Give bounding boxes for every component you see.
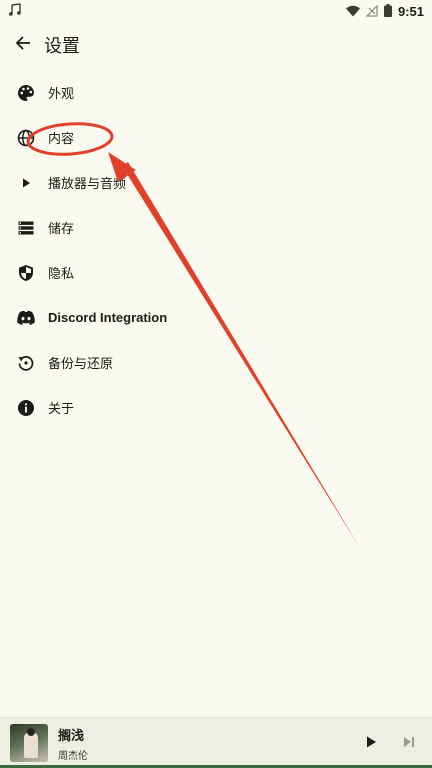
settings-item-storage[interactable]: 储存 bbox=[0, 205, 432, 250]
mini-player[interactable]: 搁浅 周杰伦 bbox=[0, 717, 432, 768]
track-info[interactable]: 搁浅 周杰伦 bbox=[58, 725, 88, 762]
settings-item-backup-restore[interactable]: 备份与还原 bbox=[0, 340, 432, 385]
palette-icon bbox=[16, 83, 36, 103]
settings-item-privacy[interactable]: 隐私 bbox=[0, 250, 432, 295]
settings-item-discord[interactable]: Discord Integration bbox=[0, 295, 432, 340]
album-art[interactable] bbox=[10, 724, 48, 762]
app-bar: 设置 bbox=[0, 28, 432, 62]
settings-item-player-audio[interactable]: 播放器与音频 bbox=[0, 160, 432, 205]
player-controls bbox=[358, 730, 422, 756]
shield-icon bbox=[16, 263, 36, 283]
settings-item-about[interactable]: 关于 bbox=[0, 385, 432, 430]
settings-item-label: 播放器与音频 bbox=[48, 177, 127, 192]
skip-next-icon bbox=[402, 734, 416, 753]
music-note-icon bbox=[8, 2, 22, 21]
no-signal-icon bbox=[365, 2, 378, 21]
play-button[interactable] bbox=[358, 730, 384, 756]
back-button[interactable] bbox=[6, 28, 40, 62]
track-artist: 周杰伦 bbox=[58, 750, 88, 762]
settings-item-label: 关于 bbox=[48, 402, 75, 417]
settings-item-label: 内容 bbox=[48, 132, 75, 147]
status-time: 9:51 bbox=[397, 3, 424, 19]
track-title: 搁浅 bbox=[58, 728, 85, 744]
wifi-icon bbox=[345, 2, 360, 21]
play-icon bbox=[16, 173, 36, 193]
info-icon bbox=[16, 398, 36, 418]
settings-item-content[interactable]: 内容 bbox=[0, 115, 432, 160]
arrow-back-icon bbox=[15, 35, 31, 55]
storage-icon bbox=[16, 218, 36, 238]
settings-item-label: 外观 bbox=[48, 87, 75, 102]
settings-item-label: 备份与还原 bbox=[48, 357, 114, 372]
skip-next-button[interactable] bbox=[396, 730, 422, 756]
settings-list: 外观 内容 播放器与音频 储存 隐私 Discord Integration 备… bbox=[0, 70, 432, 430]
restore-icon bbox=[16, 353, 36, 373]
battery-icon bbox=[383, 2, 392, 21]
play-icon bbox=[364, 734, 378, 753]
page-title: 设置 bbox=[44, 36, 80, 57]
status-bar: 9:51 bbox=[0, 0, 432, 22]
settings-item-label: 储存 bbox=[48, 222, 75, 237]
settings-item-label: Discord Integration bbox=[48, 310, 168, 325]
globe-icon bbox=[16, 128, 36, 148]
settings-item-appearance[interactable]: 外观 bbox=[0, 70, 432, 115]
settings-item-label: 隐私 bbox=[48, 267, 75, 282]
discord-icon bbox=[16, 308, 36, 328]
